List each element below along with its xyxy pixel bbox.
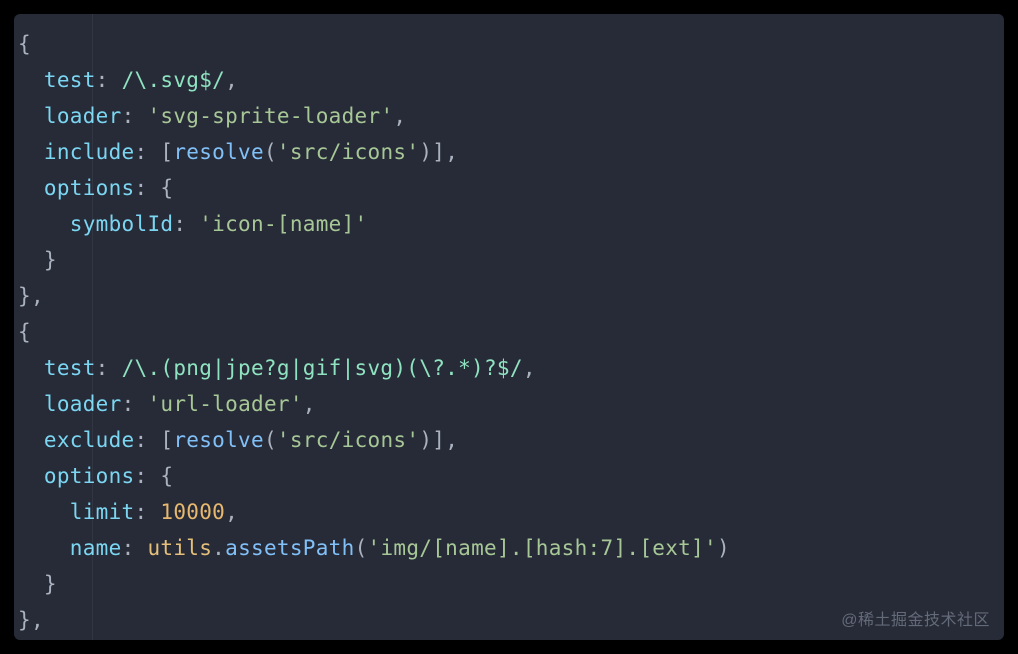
- regex-literal: /\.(png|jpe?g|gif|svg)(\?.*)?$/: [122, 356, 523, 380]
- key-loader: loader: [44, 392, 122, 416]
- string-path: src/icons: [290, 428, 407, 452]
- brace-close: },: [18, 284, 44, 308]
- code-block: { test: /\.svg$/, loader: 'svg-sprite-lo…: [14, 14, 1004, 638]
- code-editor-pane: { test: /\.svg$/, loader: 'svg-sprite-lo…: [14, 14, 1004, 640]
- key-options: options: [44, 176, 135, 200]
- string-symbolid: icon-[name]: [212, 212, 354, 236]
- fn-assetspath: assetsPath: [225, 536, 354, 560]
- key-symbolid: symbolId: [70, 212, 174, 236]
- string-assetpath: img/[name].[hash:7].[ext]: [380, 536, 704, 560]
- obj-utils: utils: [147, 536, 212, 560]
- watermark-label: @稀土掘金技术社区: [841, 606, 990, 630]
- brace-close: }: [44, 572, 57, 596]
- key-name: name: [70, 536, 122, 560]
- string-loader: svg-sprite-loader: [160, 104, 380, 128]
- brace-open: {: [18, 320, 31, 344]
- brace-close: }: [44, 248, 57, 272]
- regex-literal: /\.svg$/: [122, 68, 226, 92]
- key-test: test: [44, 68, 96, 92]
- key-include: include: [44, 140, 135, 164]
- string-path: src/icons: [290, 140, 407, 164]
- key-exclude: exclude: [44, 428, 135, 452]
- fn-resolve: resolve: [173, 428, 264, 452]
- brace-close: },: [18, 608, 44, 632]
- key-limit: limit: [70, 500, 135, 524]
- string-loader: url-loader: [160, 392, 289, 416]
- number-limit: 10000: [160, 500, 225, 524]
- brace-open: {: [18, 32, 31, 56]
- key-loader: loader: [44, 104, 122, 128]
- fn-resolve: resolve: [173, 140, 264, 164]
- key-test: test: [44, 356, 96, 380]
- key-options: options: [44, 464, 135, 488]
